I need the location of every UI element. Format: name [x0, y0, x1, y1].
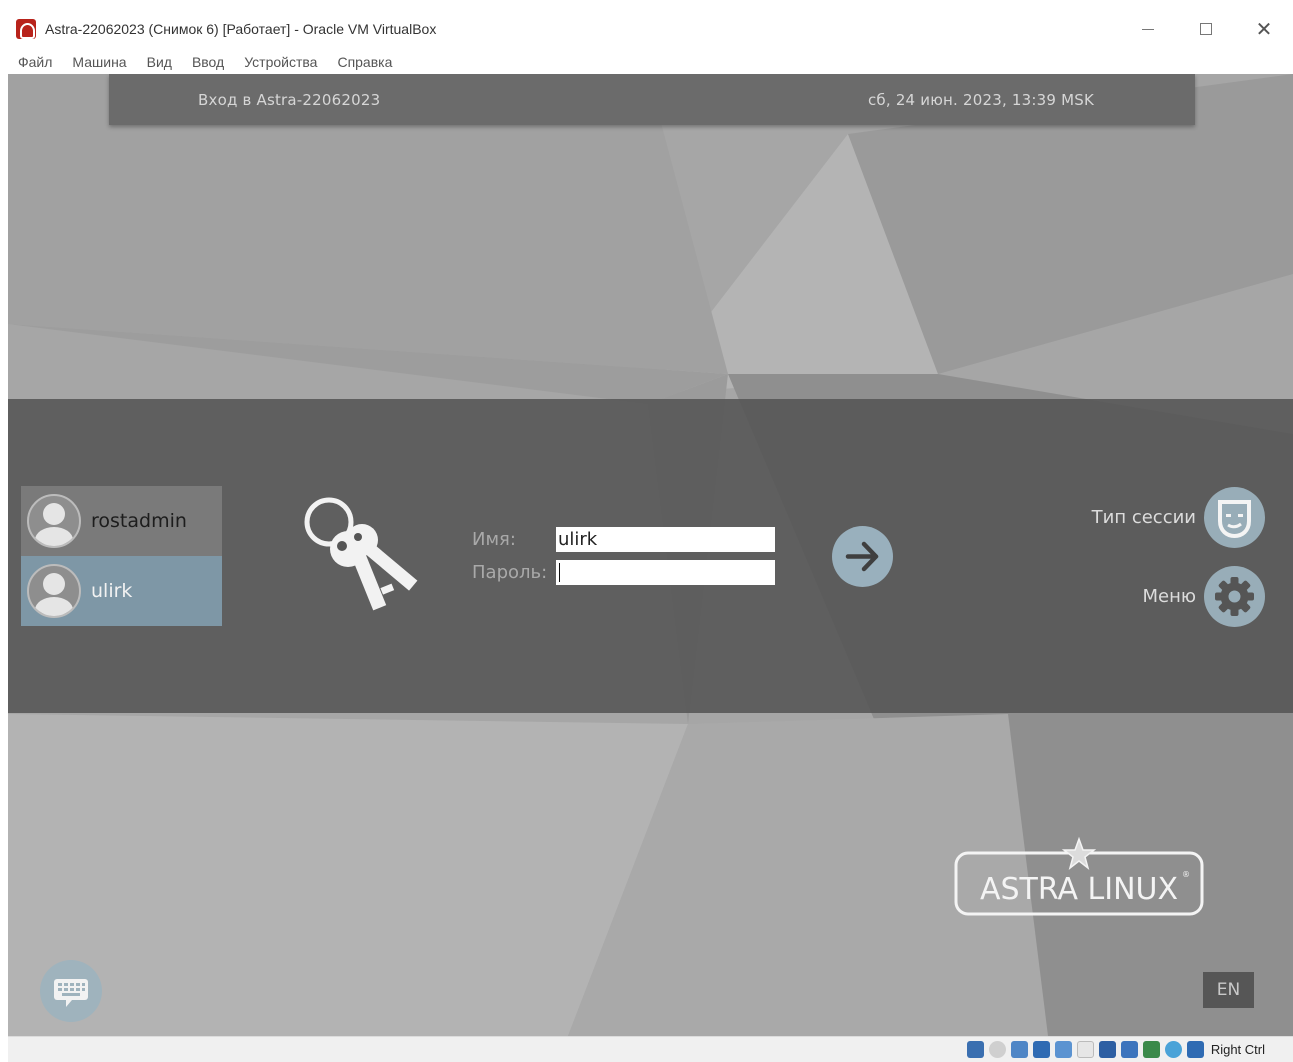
avatar: [27, 494, 81, 548]
user-item-rostadmin[interactable]: rostadmin: [21, 486, 222, 556]
vm-statusbar: Right Ctrl: [8, 1036, 1293, 1062]
maximize-button[interactable]: [1177, 8, 1235, 50]
session-type-button[interactable]: [1204, 487, 1265, 548]
menu-label[interactable]: Меню: [1142, 586, 1196, 607]
password-label: Пароль:: [472, 562, 548, 583]
session-type-label[interactable]: Тип сессии: [1092, 507, 1196, 528]
display-icon[interactable]: [1098, 1041, 1116, 1058]
avatar: [27, 564, 81, 618]
menu-file[interactable]: Файл: [18, 54, 52, 70]
logo-text: ASTRA LINUX: [980, 872, 1178, 907]
shared-folder-icon[interactable]: [1076, 1041, 1094, 1058]
vm-screen[interactable]: Вход в Astra-22062023 сб, 24 июн. 2023, …: [8, 74, 1293, 1036]
greeter-top-bar: Вход в Astra-22062023 сб, 24 июн. 2023, …: [109, 74, 1195, 125]
status-tray: Right Ctrl: [966, 1041, 1265, 1058]
svg-text:®: ®: [1182, 870, 1190, 879]
optical-icon[interactable]: [988, 1041, 1006, 1058]
close-button[interactable]: ✕: [1235, 8, 1293, 50]
audio-icon[interactable]: [1010, 1041, 1028, 1058]
login-host-label: Вход в Astra-22062023: [198, 91, 381, 109]
close-icon: ✕: [1255, 17, 1273, 41]
network-icon[interactable]: [1032, 1041, 1050, 1058]
keys-icon: [304, 497, 418, 611]
video-capture-icon[interactable]: [1120, 1041, 1138, 1058]
maximize-icon: [1200, 23, 1212, 35]
keyboard-capture-icon[interactable]: [1186, 1041, 1204, 1058]
hdd-icon[interactable]: [966, 1041, 984, 1058]
menu-devices[interactable]: Устройства: [244, 54, 317, 70]
login-submit-button[interactable]: [832, 526, 893, 587]
minimize-icon: [1142, 28, 1154, 30]
menu-input[interactable]: Ввод: [192, 54, 224, 70]
username-input[interactable]: ulirk: [556, 527, 775, 552]
menu-button[interactable]: [1204, 566, 1265, 627]
keyboard-icon: [54, 979, 88, 1007]
password-input[interactable]: [556, 560, 775, 585]
user-name: rostadmin: [91, 510, 187, 532]
menubar: Файл Машина Вид Ввод Устройства Справка: [8, 50, 1293, 73]
clock: сб, 24 июн. 2023, 13:39 MSK: [867, 91, 1094, 109]
onscreen-keyboard-button[interactable]: [40, 960, 102, 1022]
gear-icon: [1215, 577, 1254, 616]
session-mask-icon: [1218, 500, 1251, 539]
usb-icon[interactable]: [1054, 1041, 1072, 1058]
menu-machine[interactable]: Машина: [72, 54, 126, 70]
menu-view[interactable]: Вид: [147, 54, 172, 70]
minimize-button[interactable]: [1119, 8, 1177, 50]
arrow-right-icon: [845, 541, 879, 572]
astra-linux-logo: ASTRA LINUX ®: [954, 836, 1204, 916]
virtualbox-icon: [16, 19, 36, 39]
user-item-ulirk[interactable]: ulirk: [21, 556, 222, 626]
text-caret: [559, 563, 560, 582]
menu-help[interactable]: Справка: [337, 54, 392, 70]
window-titlebar: Astra-22062023 (Снимок 6) [Работает] - O…: [8, 8, 1293, 50]
user-name: ulirk: [91, 580, 133, 602]
host-key-label: Right Ctrl: [1210, 1042, 1265, 1057]
window-title: Astra-22062023 (Снимок 6) [Работает] - O…: [45, 21, 437, 37]
guest-additions-icon[interactable]: [1142, 1041, 1160, 1058]
keyboard-layout-indicator[interactable]: EN: [1203, 972, 1254, 1008]
name-label: Имя:: [472, 529, 516, 550]
mouse-integration-icon[interactable]: [1164, 1041, 1182, 1058]
